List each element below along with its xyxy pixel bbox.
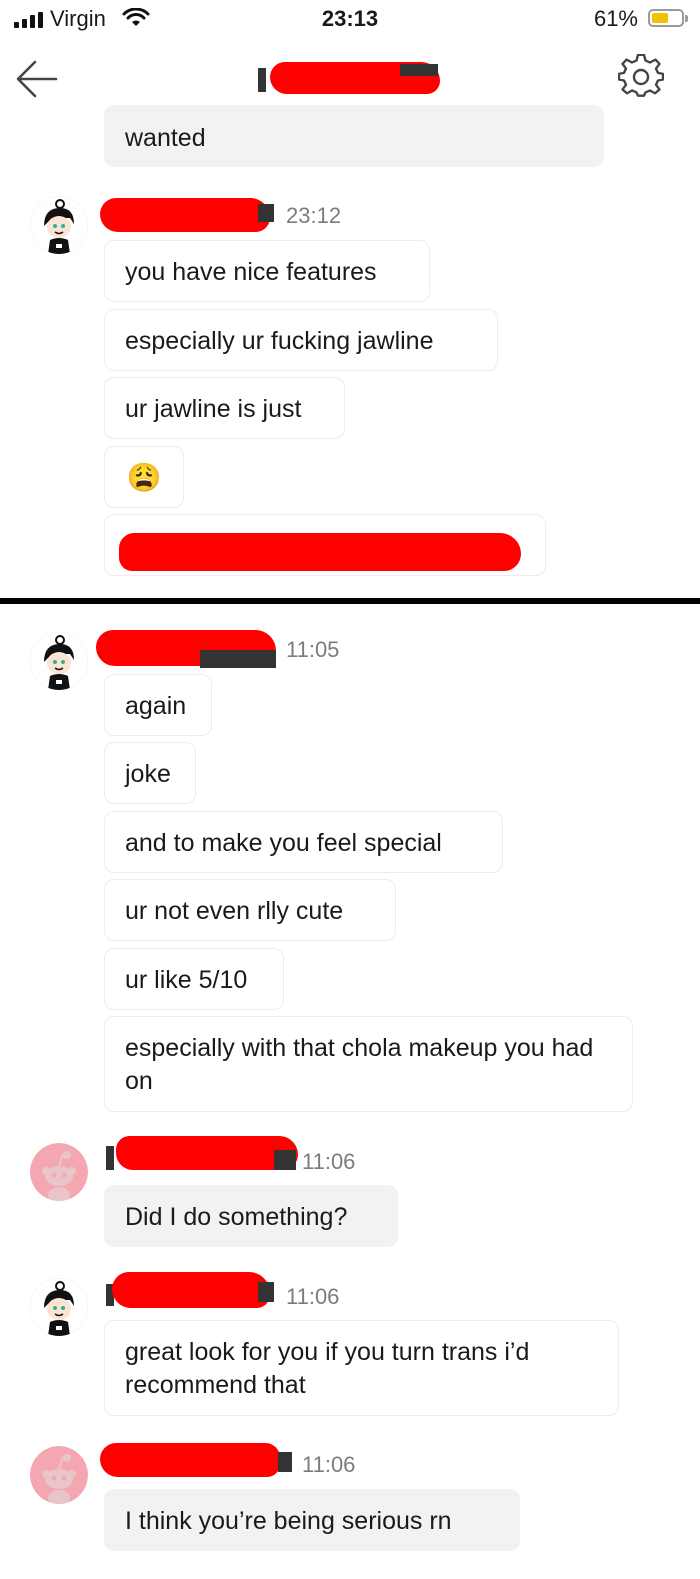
avatar[interactable] [30, 1278, 88, 1336]
message-bubble: 😩 [104, 446, 184, 508]
message-text: I think you’re being serious rn [125, 1507, 452, 1535]
message-text: and to make you feel special [125, 829, 442, 857]
reddit-snoo-avatar-icon [30, 1143, 88, 1201]
message-timestamp: 23:12 [286, 203, 342, 228]
message-text: Did I do something? [125, 1203, 348, 1231]
avatar[interactable] [30, 196, 88, 254]
battery-fill [652, 13, 668, 23]
cartoon-girl-avatar-icon [30, 1278, 88, 1336]
message-text: ur like 5/10 [125, 966, 248, 994]
avatar[interactable] [30, 632, 88, 690]
message-bubble: and to make you feel special [104, 811, 503, 873]
back-arrow-icon[interactable] [14, 56, 60, 102]
message-text: especially with that chola makeup you ha… [125, 1034, 594, 1095]
message-bubble: great look for you if you turn trans i’d… [104, 1320, 619, 1416]
message-bubble: ur like 5/10 [104, 948, 284, 1010]
weary-face-emoji: 😩 [126, 462, 162, 493]
message-bubble: Did I do something? [104, 1185, 398, 1247]
cartoon-girl-avatar-icon [30, 196, 88, 254]
message-text: you have nice features [125, 258, 377, 286]
reddit-snoo-avatar-icon [30, 1446, 88, 1504]
message-text: joke [125, 760, 171, 788]
message-bubble: you have nice features [104, 240, 430, 302]
message-text: ur not even rlly cute [125, 897, 344, 925]
cartoon-girl-avatar-icon [30, 632, 88, 690]
message-bubble-redacted [104, 514, 546, 576]
message-bubble: especially with that chola makeup you ha… [104, 1016, 633, 1112]
message-bubble: again [104, 674, 212, 736]
message-bubble-top: wanted [104, 105, 604, 167]
avatar[interactable] [30, 1143, 88, 1201]
message-text: great look for you if you turn trans i’d… [125, 1338, 530, 1399]
battery-percent: 61% [593, 6, 638, 31]
message-bubble: joke [104, 742, 196, 804]
message-text: ur jawline is just [125, 395, 302, 423]
message-timestamp: 11:06 [286, 1284, 340, 1309]
avatar[interactable] [30, 1446, 88, 1504]
gear-icon[interactable] [618, 54, 664, 100]
message-text: again [125, 692, 187, 720]
message-timestamp: 11:06 [302, 1149, 356, 1174]
status-bar: Virgin 23:13 61% [0, 0, 700, 40]
message-text: especially ur fucking jawline [125, 327, 434, 355]
screenshot-divider [0, 598, 700, 604]
message-bubble: especially ur fucking jawline [104, 309, 498, 371]
message-timestamp: 11:06 [302, 1452, 356, 1477]
battery-icon [648, 9, 688, 27]
message-bubble: I think you’re being serious rn [104, 1489, 520, 1551]
message-bubble: ur not even rlly cute [104, 879, 396, 941]
message-bubble: ur jawline is just [104, 377, 345, 439]
message-text: wanted [125, 124, 206, 152]
message-timestamp: 11:05 [286, 637, 340, 662]
